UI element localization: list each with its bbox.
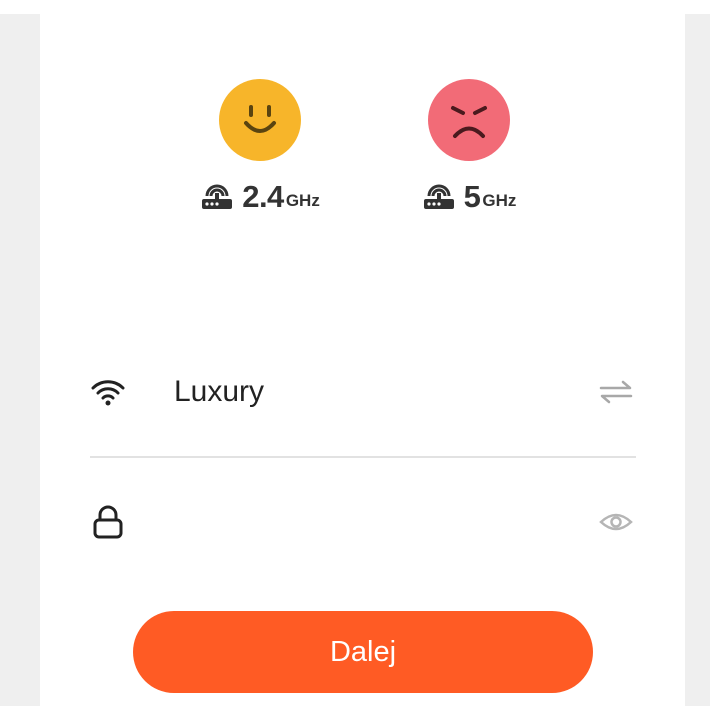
ssid-field[interactable]: Luxury bbox=[90, 369, 636, 415]
wifi-icon bbox=[90, 374, 126, 410]
band-5ghz: 5 GHz bbox=[423, 79, 516, 309]
smiley-sad-icon bbox=[428, 79, 510, 161]
password-field[interactable] bbox=[90, 499, 636, 545]
ssid-value: Luxury bbox=[174, 375, 265, 408]
band-24ghz-value: 2.4 bbox=[242, 179, 284, 214]
eye-icon[interactable] bbox=[596, 507, 636, 537]
router-icon bbox=[200, 183, 234, 211]
band-24ghz-label: 2.4 GHz bbox=[200, 179, 320, 214]
field-divider bbox=[90, 456, 636, 458]
band-24ghz-unit: GHz bbox=[285, 191, 320, 210]
band-24ghz: 2.4 GHz bbox=[202, 79, 320, 309]
smiley-happy-icon bbox=[219, 79, 301, 161]
lock-icon bbox=[90, 504, 126, 540]
wifi-setup-panel: 2.4 GHz 5 GHz Luxury Dalej bbox=[40, 14, 685, 706]
swap-icon[interactable] bbox=[596, 377, 636, 407]
next-button[interactable]: Dalej bbox=[133, 611, 593, 693]
band-5ghz-label: 5 GHz bbox=[422, 179, 517, 214]
router-icon bbox=[422, 183, 456, 211]
status-strip bbox=[0, 0, 710, 14]
band-5ghz-unit: GHz bbox=[482, 191, 517, 210]
band-5ghz-value: 5 bbox=[463, 179, 481, 214]
